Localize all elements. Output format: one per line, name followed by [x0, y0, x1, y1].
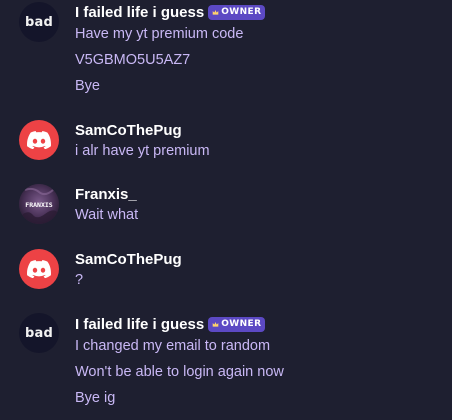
message-line: Wait what — [75, 207, 139, 223]
badge-label: OWNER — [221, 318, 262, 329]
avatar-text: FRANXIS — [25, 201, 52, 209]
crown-icon — [212, 9, 219, 15]
username[interactable]: SamCoThePug — [75, 122, 182, 139]
message-line: Bye ig — [75, 390, 116, 406]
username[interactable]: I failed life i guess — [75, 4, 204, 21]
username[interactable]: SamCoThePug — [75, 251, 182, 268]
avatar[interactable]: FRANXIS — [19, 184, 59, 224]
avatar-text: bad — [25, 325, 53, 341]
message-line: V5GBMO5U5AZ7 — [75, 52, 191, 68]
message-header: Franxis_ — [75, 184, 137, 204]
crown-icon — [212, 321, 219, 327]
chat-messages: bad I failed life i guess OWNER Have my … — [0, 0, 452, 420]
avatar[interactable] — [19, 249, 59, 289]
message-header: SamCoThePug — [75, 249, 182, 269]
message-header: SamCoThePug — [75, 120, 182, 140]
user-avatar-image: FRANXIS — [19, 184, 59, 224]
avatar[interactable] — [19, 120, 59, 160]
avatar[interactable]: bad — [19, 313, 59, 353]
owner-badge: OWNER — [208, 4, 266, 20]
avatar-text: bad — [25, 14, 53, 30]
username[interactable]: I failed life i guess — [75, 316, 204, 333]
message-line: i alr have yt premium — [75, 143, 210, 159]
message-line: Won't be able to login again now — [75, 364, 284, 380]
discord-logo-icon — [27, 260, 51, 278]
message-line: ? — [75, 272, 84, 288]
username[interactable]: Franxis_ — [75, 186, 137, 203]
owner-badge: OWNER — [208, 316, 266, 332]
discord-logo-icon — [27, 131, 51, 149]
message-line: Have my yt premium code — [75, 26, 244, 42]
message-line: I changed my email to random — [75, 338, 271, 354]
message-header: I failed life i guess OWNER — [75, 314, 266, 334]
message-header: I failed life i guess OWNER — [75, 2, 266, 22]
message-line: Bye — [75, 78, 100, 94]
badge-label: OWNER — [221, 6, 262, 17]
avatar[interactable]: bad — [19, 2, 59, 42]
